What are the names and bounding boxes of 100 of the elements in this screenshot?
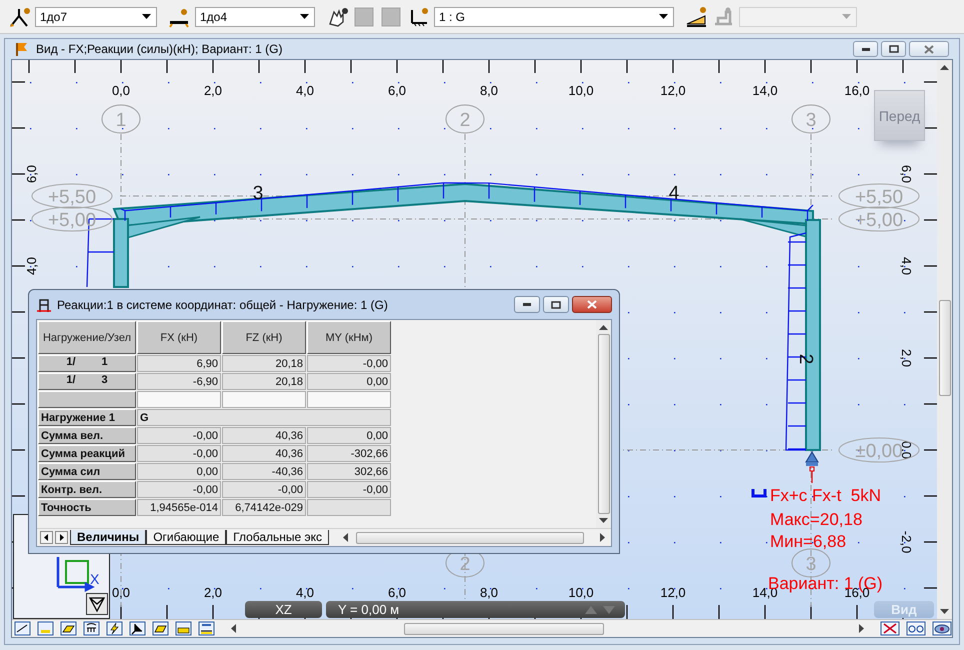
bar-icon[interactable] [175,621,192,636]
plate-icon[interactable] [152,621,169,636]
sheet-tab[interactable]: Огибающие [146,530,226,545]
axis-label: 6,0 [388,83,406,98]
scroll-up-icon[interactable] [940,65,949,70]
caret-icon [300,14,309,19]
maximize-button[interactable] [543,296,569,313]
axis-label: 0,0 [112,83,130,98]
coordinate-label: Y = 0,00 м [338,602,400,617]
table-cell: -40,36 [222,463,306,480]
caret-icon [842,14,851,19]
support-icon [805,451,819,466]
load-number: 1/ [66,374,76,388]
table-cell: -0,00 [307,355,391,372]
element-icon[interactable] [60,621,77,636]
lightning-icon[interactable] [106,621,123,636]
gridline-marker: 3 [792,548,830,578]
column-header: Нагружение/Узел [38,321,136,354]
eye-icon[interactable] [932,621,952,636]
minimize-icon [523,303,531,306]
row-header: Сумма реакций [38,445,136,462]
minimize-button[interactable] [514,296,540,313]
axis-label: 16,0 [844,83,870,98]
table-cell: -0,00 [307,481,391,498]
node-number-icon[interactable] [14,621,31,636]
fork-icon[interactable] [8,6,30,28]
scroll-left-icon[interactable] [343,533,348,542]
scrollbar-thumb[interactable] [598,334,610,514]
table-cell: -0,00 [222,481,306,498]
sheet-tab[interactable]: Глобальные экс [226,530,330,545]
table-cell: -0,00 [137,427,221,444]
scrollbar-thumb[interactable] [404,622,604,634]
row-header: Точность [38,499,136,516]
load-icon[interactable] [83,621,100,636]
close-button[interactable] [572,296,612,313]
result-legend-text: Fx+c Fx-t 5kN [770,486,881,505]
result-legend-text: Макс=20,18 [770,510,862,529]
axis-label: 8,0 [480,83,498,98]
scroll-right-icon[interactable] [600,533,605,542]
window-title: Вид - FX;Реакции (силы)(кН); Вариант: 1 (G) [36,42,282,56]
axis-label: 10,0 [568,83,594,98]
node-icon[interactable] [37,621,54,636]
previous-tab-button[interactable] [40,531,53,544]
dropdown[interactable]: 1до4 [195,6,315,26]
view-direction-button[interactable] [86,593,108,615]
load-number: 1/ [66,356,76,370]
values-icon[interactable] [198,621,215,636]
scrollbar-thumb[interactable] [356,532,584,544]
result-legend-text: Мин=6,88 [770,532,846,551]
table-cell: 40,36 [222,427,306,444]
row-header: Сумма сил [38,463,136,480]
scroll-right-icon[interactable] [859,624,864,633]
glasses-icon[interactable] [906,621,926,636]
column-header: FX (кН) [137,321,221,354]
table-cell: 6,90 [137,355,221,372]
next-tab-button[interactable] [55,531,68,544]
node-number: 3 [102,374,108,388]
scroll-left-icon[interactable] [231,624,236,633]
axis-label: 2,0 [204,83,222,98]
axis-label: 4,0 [899,256,914,276]
caret-icon [659,14,668,19]
scroll-up-icon[interactable] [599,325,608,330]
gridline-marker: 1 [102,104,140,134]
table-cell: 0,00 [137,463,221,480]
close-button[interactable] [909,41,949,57]
caret-icon [142,14,151,19]
reaction-icon [36,296,52,312]
scroll-down-icon[interactable] [940,609,949,614]
dropdown[interactable]: 1до7 [35,6,157,26]
axis-label: 14,0 [752,83,778,98]
axis-label: 12,0 [660,83,686,98]
axis-label: -2,0 [899,530,914,554]
minimize-button[interactable] [853,41,878,57]
gridline-marker: 3 [792,104,830,134]
ruler-icon[interactable] [685,6,707,28]
maximize-icon [551,300,561,308]
scrollbar-thumb[interactable] [938,300,950,396]
level-marker: +5,50 [32,184,112,208]
table-cell: -0,00 [137,445,221,462]
axis-label: 10,0 [568,585,594,600]
bracket-icon [752,489,766,498]
axes-icon[interactable] [129,621,146,636]
dropdown[interactable]: 1 : G [434,6,674,26]
axis-label: 12,0 [660,585,686,600]
row-header: Сумма вел. [38,427,136,444]
node-number: 1 [102,356,108,370]
level-marker: +5,00 [32,206,112,232]
sheet-tab[interactable]: Величины [70,530,146,545]
table-cell: 1,94565e-014 [137,499,221,516]
axis-label: 6,0 [388,585,406,600]
scroll-down-icon[interactable] [599,518,608,523]
axis-label: 6,0 [24,164,39,184]
dialog-title: Реакции:1 в системе координат: общей - Нагружение: 1 (G) [57,298,388,312]
table-cell: G [137,409,391,426]
cross-icon[interactable] [880,621,900,636]
member-number: 2 [795,354,816,364]
column-header: FZ (кН) [222,321,306,354]
row-header: Нагружение 1 [38,409,136,426]
axis-label: 8,0 [480,585,498,600]
maximize-button[interactable] [881,41,906,57]
